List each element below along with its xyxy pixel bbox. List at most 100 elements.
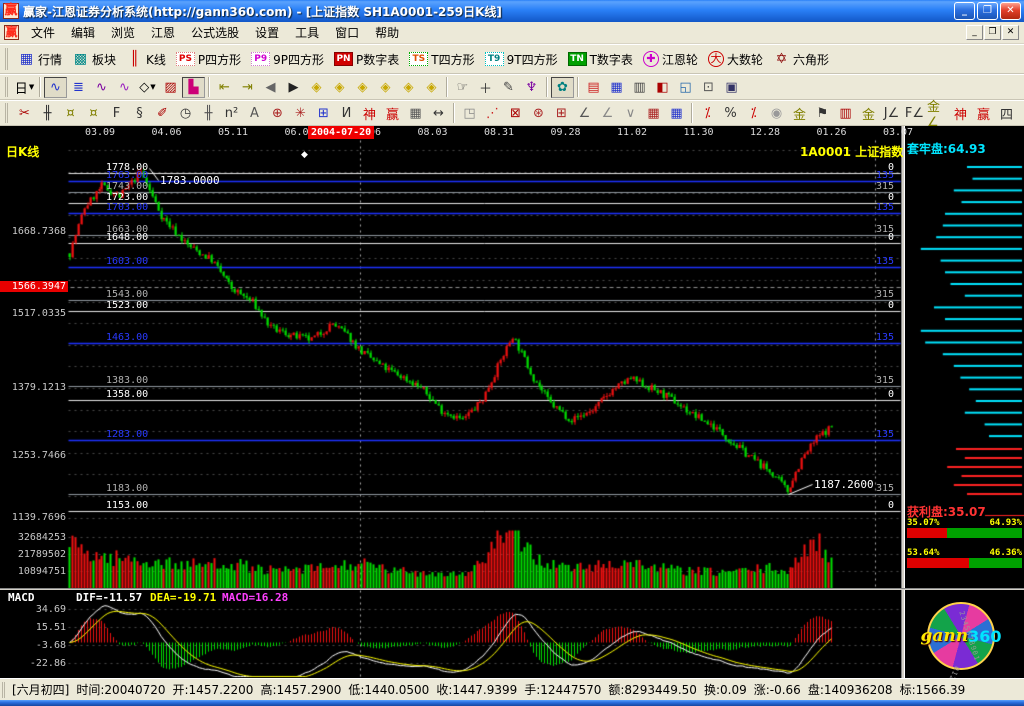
percent-line-tool[interactable]: ⁒ xyxy=(696,103,719,124)
knife-tool[interactable]: ✂ xyxy=(13,103,36,124)
t-number-table-button[interactable]: TNT数字表 xyxy=(563,48,638,71)
cross-diamond[interactable]: ◈ xyxy=(397,77,420,98)
gann-wheel-button[interactable]: ✚江恩轮 xyxy=(638,48,703,71)
p-number-table-button[interactable]: PNP数字表 xyxy=(329,48,404,71)
hexagon-button[interactable]: ✡六角形 xyxy=(768,48,834,71)
n-squared-tool[interactable]: n² xyxy=(220,103,243,124)
mdi-minimize-button[interactable]: _ xyxy=(966,25,983,40)
draw-pen-tool[interactable]: ✎ xyxy=(497,77,520,98)
percent-tool[interactable]: % xyxy=(719,103,742,124)
angle-line-tool-2[interactable]: ∠ xyxy=(596,103,619,124)
gold-text-tool[interactable]: 金 xyxy=(788,103,811,124)
red-grid-brush-icon[interactable]: ▨ xyxy=(159,77,182,98)
tick-ruler-tool[interactable]: ╫ xyxy=(197,103,220,124)
j-angle-tool[interactable]: J∠ xyxy=(880,103,903,124)
close-button[interactable]: ✕ xyxy=(1000,2,1021,20)
candle-style-dropdown[interactable]: ◇▼ xyxy=(136,77,159,98)
minimize-button[interactable]: _ xyxy=(954,2,975,20)
fractal-tool[interactable]: И xyxy=(335,103,358,124)
prev-bar-button[interactable]: ◀ xyxy=(259,77,282,98)
menu-tools[interactable]: 工具 xyxy=(287,22,327,43)
info-list-icon[interactable]: ≣ xyxy=(67,77,90,98)
gold-seal-tool-2[interactable]: ¤ xyxy=(82,103,105,124)
star-wheel-tool[interactable]: ✳ xyxy=(289,103,312,124)
next-bar-button[interactable]: ▶ xyxy=(282,77,305,98)
menu-gann[interactable]: 江恩 xyxy=(143,22,183,43)
circle-cross-tool[interactable]: ⊕ xyxy=(266,103,289,124)
tick-grid-tool[interactable]: ╫ xyxy=(36,103,59,124)
mdi-close-button[interactable]: ✕ xyxy=(1002,25,1019,40)
compress-diamond[interactable]: ◈ xyxy=(374,77,397,98)
cross-box-tool[interactable]: ⊠ xyxy=(504,103,527,124)
kline-button[interactable]: ║K线 xyxy=(121,48,171,71)
circle-grid-tool[interactable]: ⊛ xyxy=(527,103,550,124)
t-square-button[interactable]: TST四方形 xyxy=(404,48,479,71)
gold-seal-tool-1[interactable]: ¤ xyxy=(59,103,82,124)
wall-grid-tool[interactable]: ▦ xyxy=(404,103,427,124)
trend-overlay-icon[interactable]: ∿ xyxy=(44,77,67,98)
percent-levels-tool[interactable]: ⁒ xyxy=(742,103,765,124)
blue-grid-box-tool[interactable]: ▦ xyxy=(665,103,688,124)
flag-pen-tool[interactable]: ⚑ xyxy=(811,103,834,124)
notepad-icon[interactable]: ▥ xyxy=(628,77,651,98)
p9-square-button[interactable]: P99P四方形 xyxy=(246,48,329,71)
quotes-button[interactable]: ▦行情 xyxy=(13,48,67,71)
gold-angle-tool[interactable]: 金∠ xyxy=(926,103,949,124)
gold-text-tool-2[interactable]: 金 xyxy=(857,103,880,124)
menu-formula-stock-pick[interactable]: 公式选股 xyxy=(183,22,247,43)
angle-line-tool-1[interactable]: ∠ xyxy=(573,103,596,124)
image-viewer-icon[interactable]: ◱ xyxy=(674,77,697,98)
f-ruler-tool[interactable]: F xyxy=(105,103,128,124)
title-bar[interactable]: 赢 赢家-江恩证券分析系统(http://gann360.com) - [上证指… xyxy=(0,0,1024,22)
win-tool[interactable]: 赢 xyxy=(381,103,404,124)
menu-help[interactable]: 帮助 xyxy=(367,22,407,43)
menu-file[interactable]: 文件 xyxy=(23,22,63,43)
shen-tool[interactable]: 神 xyxy=(358,103,381,124)
period-day-dropdown[interactable]: 日▼ xyxy=(13,77,36,98)
color-histogram-icon[interactable]: ▙ xyxy=(182,77,205,98)
shen-angle-tool[interactable]: 神 xyxy=(949,103,972,124)
data-copy-icon[interactable]: ⊡ xyxy=(697,77,720,98)
save-disk-icon[interactable]: ◧ xyxy=(651,77,674,98)
panel-splitter[interactable] xyxy=(901,126,905,678)
last-bar-button[interactable]: ⇥ xyxy=(236,77,259,98)
teal-knot-tool[interactable]: ✿ xyxy=(551,77,574,98)
zoom-both-diamond[interactable]: ◈ xyxy=(351,77,374,98)
zoom-left-diamond[interactable]: ◈ xyxy=(305,77,328,98)
expand-diamond[interactable]: ◈ xyxy=(420,77,443,98)
menu-window[interactable]: 窗口 xyxy=(327,22,367,43)
menu-browse[interactable]: 浏览 xyxy=(103,22,143,43)
restore-button[interactable]: ❐ xyxy=(977,2,998,20)
sectors-button[interactable]: ▩板块 xyxy=(67,48,121,71)
hand-tool[interactable]: ☞ xyxy=(451,77,474,98)
big-number-wheel-button[interactable]: 大大数轮 xyxy=(703,48,768,71)
purple-ribbon-tool[interactable]: ♆ xyxy=(520,77,543,98)
t9-square-button[interactable]: T99T四方形 xyxy=(480,48,563,71)
box-select-tool[interactable]: ◳ xyxy=(458,103,481,124)
wave-3-icon[interactable]: ∿ xyxy=(90,77,113,98)
mdi-child-icon[interactable]: 赢 xyxy=(4,25,19,40)
spiral-tool[interactable]: § xyxy=(128,103,151,124)
square-grid-tool[interactable]: ⊞ xyxy=(550,103,573,124)
menu-settings[interactable]: 设置 xyxy=(247,22,287,43)
span-arrows-tool[interactable]: ↔ xyxy=(427,103,450,124)
calculator-icon[interactable]: ▦ xyxy=(605,77,628,98)
grid-target-tool[interactable]: ⊞ xyxy=(312,103,335,124)
menu-edit[interactable]: 编辑 xyxy=(63,22,103,43)
four-angle-tool[interactable]: 四 xyxy=(995,103,1018,124)
f-angle-tool[interactable]: F∠ xyxy=(903,103,926,124)
v-wave-tool[interactable]: ∨ xyxy=(619,103,642,124)
win-angle-tool[interactable]: 赢 xyxy=(972,103,995,124)
fan-lines-tool[interactable]: ⋰ xyxy=(481,103,504,124)
mdi-restore-button[interactable]: ❐ xyxy=(984,25,1001,40)
red-grid-box-tool[interactable]: ▦ xyxy=(642,103,665,124)
crosshair-tool[interactable]: ＋ xyxy=(474,77,497,98)
computer-export-icon[interactable]: ▣ xyxy=(720,77,743,98)
angle-mirror-tool[interactable]: A xyxy=(243,103,266,124)
calendar-icon[interactable]: ▤ xyxy=(582,77,605,98)
book-grid-tool[interactable]: ▥ xyxy=(834,103,857,124)
clock-cycle-tool[interactable]: ◷ xyxy=(174,103,197,124)
marker-pen-tool[interactable]: ✐ xyxy=(151,103,174,124)
zoom-right-diamond[interactable]: ◈ xyxy=(328,77,351,98)
first-bar-button[interactable]: ⇤ xyxy=(213,77,236,98)
